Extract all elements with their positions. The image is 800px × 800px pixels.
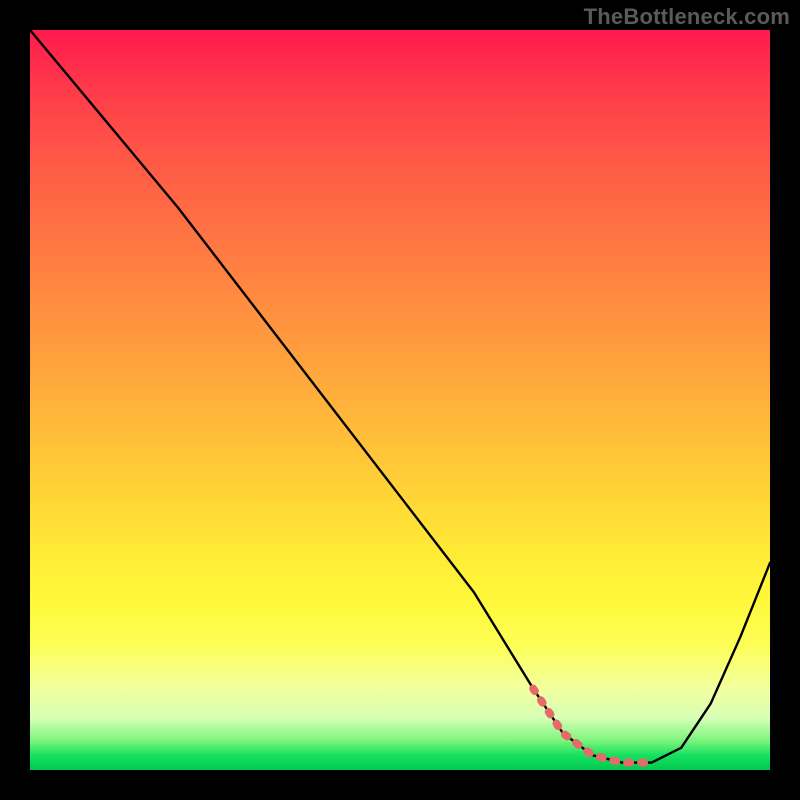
attribution-text: TheBottleneck.com [584,4,790,30]
plot-area [30,30,770,770]
chart-svg [30,30,770,770]
curve-line [30,30,770,763]
highlight-segment [533,689,651,763]
chart-frame: TheBottleneck.com [0,0,800,800]
